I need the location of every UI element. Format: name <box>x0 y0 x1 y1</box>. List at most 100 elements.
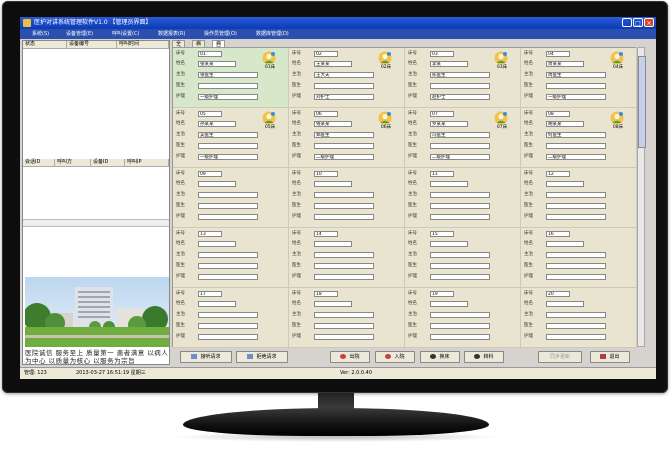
field-value[interactable] <box>546 301 584 307</box>
bed-card[interactable]: 床号 12 姓名 主治 医生 护理 <box>521 168 637 228</box>
field-value[interactable] <box>314 241 352 247</box>
field-value[interactable]: 11 <box>430 171 454 177</box>
field-value[interactable]: 17 <box>198 291 222 297</box>
sync-button[interactable]: 同步更新 <box>538 351 582 363</box>
field-value[interactable]: 03 <box>430 51 454 57</box>
session-list[interactable] <box>23 167 169 217</box>
field-value[interactable]: 18 <box>314 291 338 297</box>
menu-device[interactable]: 设备管理(E) <box>66 29 93 39</box>
field-value[interactable] <box>314 181 352 187</box>
field-value[interactable]: 02 <box>314 51 338 57</box>
discharge-button[interactable]: 出院 <box>330 351 370 363</box>
field-value[interactable]: 06 <box>314 111 338 117</box>
field-value[interactable] <box>430 301 468 307</box>
field-value[interactable] <box>546 263 606 269</box>
reject-request-button[interactable]: 拒绝请求 <box>236 351 288 363</box>
field-value[interactable] <box>546 192 606 198</box>
field-value[interactable]: 13 <box>198 231 222 237</box>
field-value[interactable] <box>546 323 606 329</box>
field-value[interactable]: 罗某某 <box>430 121 468 127</box>
field-value[interactable] <box>430 143 490 149</box>
bed-card[interactable]: 床号 01 姓名 张某某 主治 张医生 医生 护理 一级护理 01床 <box>173 48 289 108</box>
field-value[interactable]: 一级护理 <box>546 94 606 100</box>
field-value[interactable] <box>546 181 584 187</box>
field-value[interactable]: 刘护士 <box>314 94 374 100</box>
bed-card[interactable]: 床号 04 姓名 周某某 主治 周医生 医生 护理 一级护理 04床 <box>521 48 637 108</box>
field-value[interactable]: 孙某某 <box>198 121 236 127</box>
field-value[interactable]: 15 <box>430 231 454 237</box>
minimize-button[interactable]: _ <box>622 18 632 27</box>
call-list[interactable] <box>23 48 169 158</box>
field-value[interactable] <box>314 192 374 198</box>
field-value[interactable] <box>430 312 490 318</box>
field-value[interactable] <box>314 203 374 209</box>
menu-database[interactable]: 数据库管理(D) <box>256 29 289 39</box>
field-value[interactable]: 吴医生 <box>198 132 258 138</box>
field-value[interactable]: 张某某 <box>198 61 236 67</box>
bed-card[interactable]: 床号 15 姓名 主治 医生 护理 <box>405 228 521 288</box>
field-value[interactable]: 20 <box>546 291 570 297</box>
field-value[interactable] <box>546 252 606 258</box>
field-value[interactable] <box>430 203 490 209</box>
field-value[interactable] <box>546 83 606 89</box>
field-value[interactable] <box>314 323 374 329</box>
field-value[interactable]: 16 <box>546 231 570 237</box>
field-value[interactable]: 12 <box>546 171 570 177</box>
bed-card[interactable]: 床号 06 姓名 钱某某 主治 郑医生 医生 护理 二级护理 06床 <box>289 108 405 168</box>
field-value[interactable] <box>430 274 490 280</box>
field-value[interactable]: 何医生 <box>546 132 606 138</box>
tab-ward[interactable]: 病区 <box>212 40 226 53</box>
horizontal-scrollbar[interactable] <box>23 219 169 227</box>
menu-system[interactable]: 系统(S) <box>32 29 49 39</box>
field-value[interactable] <box>430 192 490 198</box>
change-bed-button[interactable]: 换床 <box>420 351 460 363</box>
field-value[interactable]: 周医生 <box>546 72 606 78</box>
field-value[interactable] <box>198 252 258 258</box>
bed-card[interactable]: 床号 07 姓名 罗某某 主治 冯医生 医生 护理 二级护理 07床 <box>405 108 521 168</box>
bed-card[interactable]: 床号 18 姓名 主治 医生 护理 <box>289 288 405 348</box>
bed-card[interactable]: 床号 09 姓名 主治 医生 护理 <box>173 168 289 228</box>
admit-button[interactable]: 入院 <box>375 351 415 363</box>
field-value[interactable]: 冯医生 <box>430 132 490 138</box>
field-value[interactable] <box>314 312 374 318</box>
field-value[interactable]: 二级护理 <box>546 154 606 160</box>
field-value[interactable] <box>546 241 584 247</box>
field-value[interactable] <box>546 312 606 318</box>
field-value[interactable]: 周某某 <box>546 61 584 67</box>
field-value[interactable] <box>198 274 258 280</box>
field-value[interactable] <box>198 301 236 307</box>
field-value[interactable] <box>430 241 468 247</box>
field-value[interactable] <box>198 83 258 89</box>
field-value[interactable]: 李某 <box>430 61 468 67</box>
field-value[interactable]: 二级护理 <box>314 154 374 160</box>
field-value[interactable] <box>430 214 490 220</box>
field-value[interactable]: 赵护士 <box>430 94 490 100</box>
field-value[interactable]: 09 <box>198 171 222 177</box>
bed-card[interactable]: 床号 17 姓名 主治 医生 护理 <box>173 288 289 348</box>
field-value[interactable] <box>314 252 374 258</box>
field-value[interactable] <box>546 203 606 209</box>
field-value[interactable] <box>546 143 606 149</box>
vertical-scrollbar[interactable] <box>637 47 646 347</box>
field-value[interactable] <box>430 181 468 187</box>
field-value[interactable]: 01 <box>198 51 222 57</box>
field-value[interactable] <box>198 263 258 269</box>
bed-card[interactable]: 床号 11 姓名 主治 医生 护理 <box>405 168 521 228</box>
field-value[interactable] <box>314 274 374 280</box>
field-value[interactable]: 05 <box>198 111 222 117</box>
menu-report[interactable]: 数据报表(R) <box>158 29 185 39</box>
field-value[interactable]: 胡某某 <box>546 121 584 127</box>
field-value[interactable] <box>546 274 606 280</box>
bed-card[interactable]: 床号 03 姓名 李某 主治 陈医生 医生 护理 赵护士 03床 <box>405 48 521 108</box>
field-value[interactable] <box>198 214 258 220</box>
field-value[interactable] <box>198 334 258 340</box>
field-value[interactable] <box>430 334 490 340</box>
bed-card[interactable]: 床号 16 姓名 主治 医生 护理 <box>521 228 637 288</box>
field-value[interactable] <box>546 214 606 220</box>
bed-card[interactable]: 床号 19 姓名 主治 医生 护理 <box>405 288 521 348</box>
field-value[interactable] <box>198 312 258 318</box>
menu-operator[interactable]: 操作员管理(O) <box>204 29 237 39</box>
tab-room[interactable]: 病房 <box>192 40 206 53</box>
field-value[interactable]: 陈医生 <box>430 72 490 78</box>
field-value[interactable]: 王大夫 <box>314 72 374 78</box>
